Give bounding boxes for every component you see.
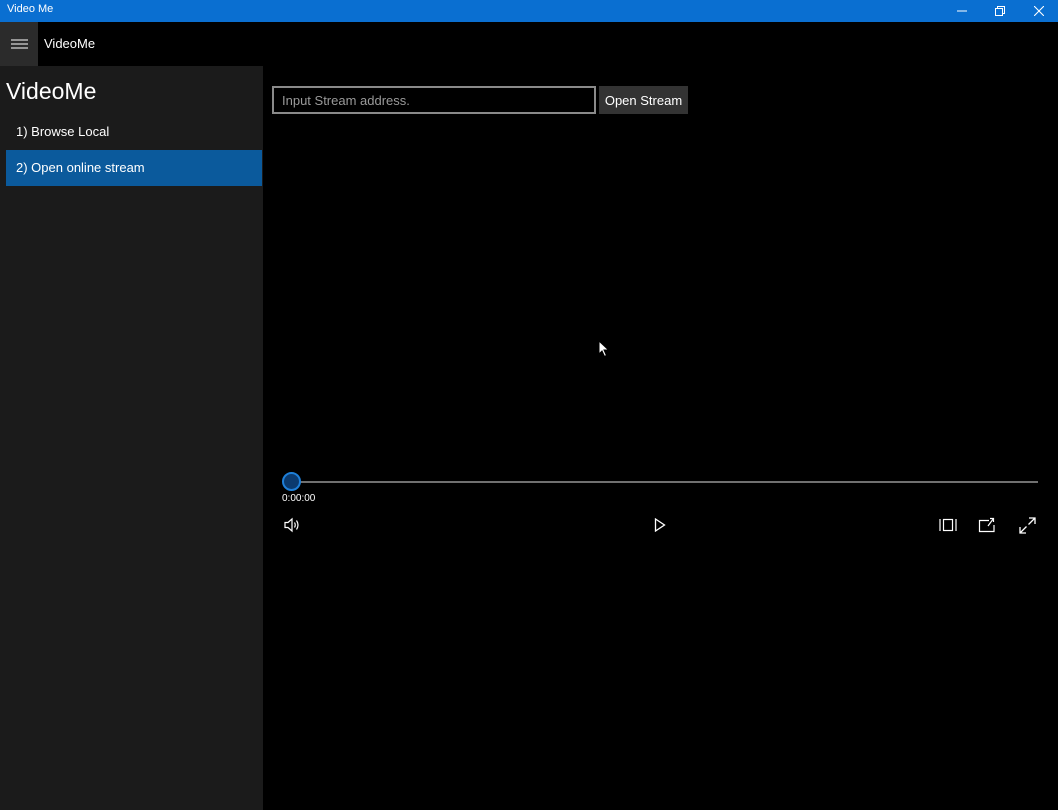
- sidebar-heading: VideoMe: [6, 78, 97, 104]
- open-stream-button[interactable]: Open Stream: [599, 86, 688, 114]
- seek-thumb[interactable]: [282, 472, 301, 491]
- restore-icon: [995, 6, 1005, 16]
- hamburger-icon: [10, 39, 28, 49]
- volume-icon: [284, 517, 299, 533]
- title-bar: Video Me: [0, 0, 1058, 22]
- sidebar: VideoMe 1) Browse Local 2) Open online s…: [0, 66, 263, 810]
- sidebar-item-open-online-stream[interactable]: 2) Open online stream: [6, 150, 262, 186]
- cast-button[interactable]: [971, 516, 1003, 534]
- play-icon: [654, 518, 666, 532]
- sidebar-item-label: 2) Open online stream: [16, 160, 145, 175]
- app-title: VideoMe: [44, 36, 96, 51]
- aspect-ratio-icon: [939, 518, 957, 532]
- time-elapsed: 0:00:00: [282, 493, 316, 504]
- hamburger-menu-button[interactable]: [0, 22, 38, 66]
- close-button[interactable]: [1020, 0, 1058, 22]
- fullscreen-button[interactable]: [1011, 516, 1043, 534]
- main-content: Open Stream 0:00:00: [263, 66, 1058, 810]
- restore-button[interactable]: [981, 0, 1019, 22]
- close-icon: [1034, 6, 1044, 16]
- sidebar-item-label: 1) Browse Local: [16, 124, 110, 139]
- seek-bar[interactable]: [291, 481, 1038, 483]
- app-header: VideoMe: [0, 22, 1058, 66]
- stream-address-input[interactable]: [272, 86, 596, 114]
- mouse-cursor-icon: [598, 340, 610, 358]
- aspect-ratio-button[interactable]: [932, 516, 964, 534]
- minimize-button[interactable]: [943, 0, 981, 22]
- play-button[interactable]: [644, 516, 676, 534]
- volume-button[interactable]: [277, 516, 309, 534]
- fullscreen-icon: [1018, 516, 1036, 534]
- sidebar-item-browse-local[interactable]: 1) Browse Local: [6, 114, 262, 150]
- minimize-icon: [957, 10, 967, 12]
- window-title: Video Me: [7, 3, 54, 15]
- cast-icon: [978, 517, 995, 533]
